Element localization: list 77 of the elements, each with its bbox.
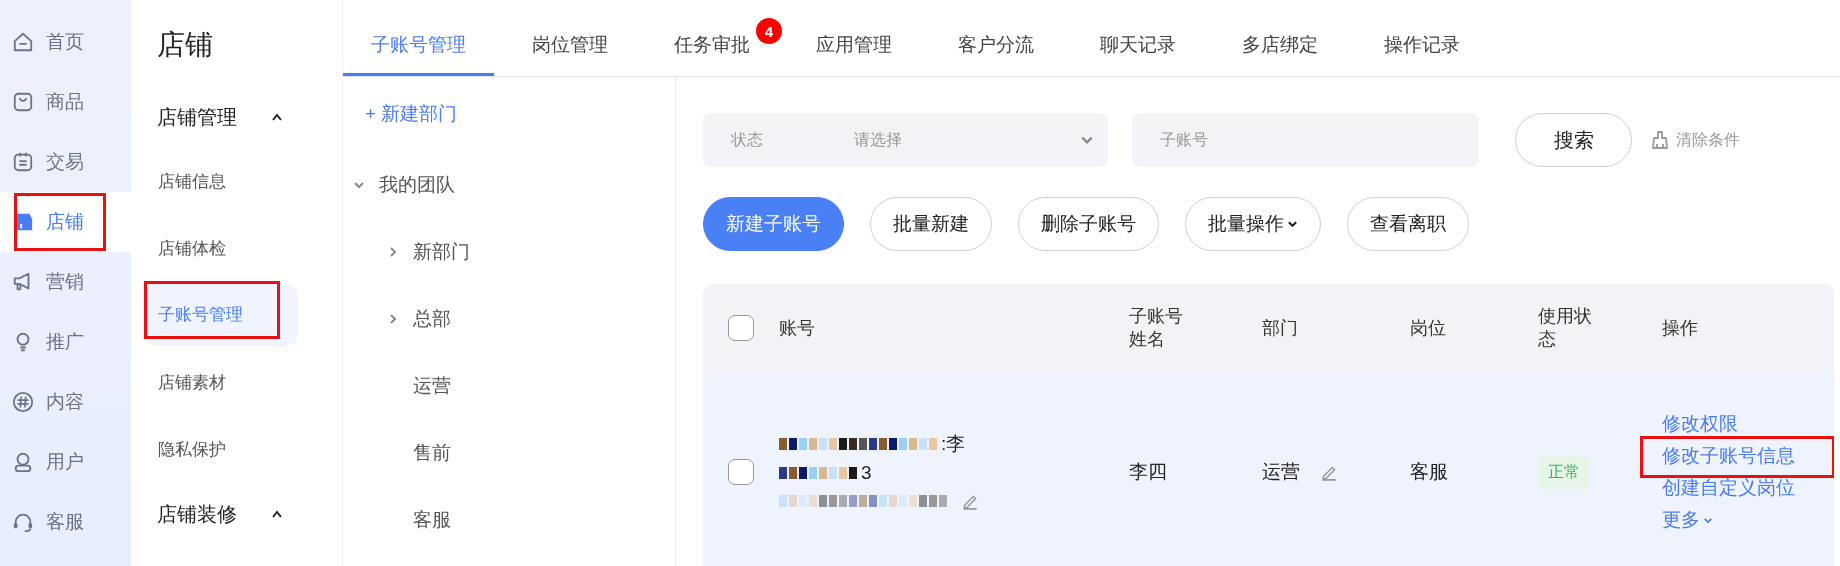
tab[interactable]: 应用管理: [788, 18, 920, 76]
tree-node[interactable]: 客服: [343, 486, 675, 553]
headset-icon: [12, 511, 34, 533]
column-header: 操作: [1662, 318, 1698, 338]
nav-item[interactable]: 交易: [0, 132, 131, 192]
user-icon: [12, 451, 34, 473]
primary-button[interactable]: 新建子账号: [703, 197, 844, 251]
chevron-down-icon: [1703, 516, 1713, 524]
action-button[interactable]: 删除子账号: [1018, 197, 1159, 251]
nav-item[interactable]: 客服: [0, 492, 131, 552]
home-icon: [12, 31, 34, 53]
broom-icon: [1650, 130, 1670, 150]
caret-icon: [387, 312, 399, 325]
table-cell-text: 运营: [1262, 460, 1300, 484]
column-header: 部门: [1262, 318, 1298, 338]
column-header: 子账号姓名: [1129, 304, 1184, 351]
nav-item[interactable]: 首页: [0, 12, 131, 72]
menu-item[interactable]: 店铺体检: [145, 215, 298, 282]
nav-label: 营销: [46, 270, 84, 294]
tree-node[interactable]: 运营: [343, 352, 675, 419]
table-cell-text: 李四: [1129, 460, 1167, 484]
chevron-down-icon: [1080, 135, 1094, 145]
column-header: 使用状态: [1538, 304, 1593, 351]
account-search-field[interactable]: 子账号: [1132, 113, 1479, 167]
table-cell-text: 客服: [1410, 460, 1448, 484]
nav-label: 首页: [46, 30, 84, 54]
menu-item[interactable]: 子账号管理: [145, 284, 298, 346]
hashtag-icon: [12, 391, 34, 413]
nav-item[interactable]: 用户: [0, 432, 131, 492]
nav-item[interactable]: 内容: [0, 372, 131, 432]
tree-node[interactable]: 售前: [343, 419, 675, 486]
chevron-down-icon: [1287, 220, 1298, 228]
dropdown-button[interactable]: 批量操作: [1185, 197, 1321, 251]
nav-item[interactable]: 营销: [0, 252, 131, 312]
nav-item[interactable]: 推广: [0, 312, 131, 372]
nav-label: 用户: [46, 450, 84, 474]
section-title: 店铺: [157, 28, 214, 62]
action-button[interactable]: 批量新建: [870, 197, 992, 251]
column-header: 岗位: [1410, 318, 1446, 338]
tree-node[interactable]: 我的团队: [343, 151, 675, 218]
tab[interactable]: 客户分流: [930, 18, 1062, 76]
menu-item[interactable]: 店铺信息: [145, 148, 298, 215]
add-department-link[interactable]: + 新建部门: [343, 77, 675, 151]
nav-item[interactable]: 商品: [0, 72, 131, 132]
column-header: 账号: [779, 318, 815, 338]
action-button[interactable]: 查看离职: [1347, 197, 1469, 251]
account-text: 3: [861, 462, 872, 484]
menu-item[interactable]: 隐私保护: [145, 416, 298, 483]
checkbox[interactable]: [728, 459, 754, 485]
caret-icon: [271, 113, 283, 121]
tab[interactable]: 多店绑定: [1214, 18, 1346, 76]
menu-group[interactable]: 店铺管理: [157, 86, 283, 148]
tree-node[interactable]: 新部门: [343, 218, 675, 285]
nav-label: 交易: [46, 150, 84, 174]
search-button[interactable]: 搜索: [1515, 113, 1632, 167]
bag-icon: [12, 91, 34, 113]
clipboard-icon: [12, 151, 34, 173]
tab[interactable]: 岗位管理: [504, 18, 636, 76]
nav-label: 商品: [46, 90, 84, 114]
caret-icon: [387, 245, 399, 258]
nav-label: 客服: [46, 510, 84, 534]
menu-group[interactable]: 店铺装修: [157, 483, 283, 545]
status-tag: 正常: [1538, 455, 1590, 489]
nav-label: 推广: [46, 330, 84, 354]
tab[interactable]: 操作记录: [1356, 18, 1488, 76]
more-dropdown-link[interactable]: 更多: [1662, 506, 1713, 534]
caret-icon: [271, 510, 283, 518]
account-text: :李: [941, 432, 966, 456]
checkbox[interactable]: [728, 315, 754, 341]
nav-label: 内容: [46, 390, 84, 414]
tab[interactable]: 子账号管理: [343, 18, 494, 76]
tab[interactable]: 聊天记录: [1072, 18, 1204, 76]
count-badge: 4: [756, 18, 782, 44]
menu-item[interactable]: 店铺素材: [145, 349, 298, 416]
nav-item[interactable]: 店铺: [0, 192, 131, 252]
tree-node[interactable]: 总部: [343, 285, 675, 352]
nav-label: 店铺: [46, 210, 84, 234]
